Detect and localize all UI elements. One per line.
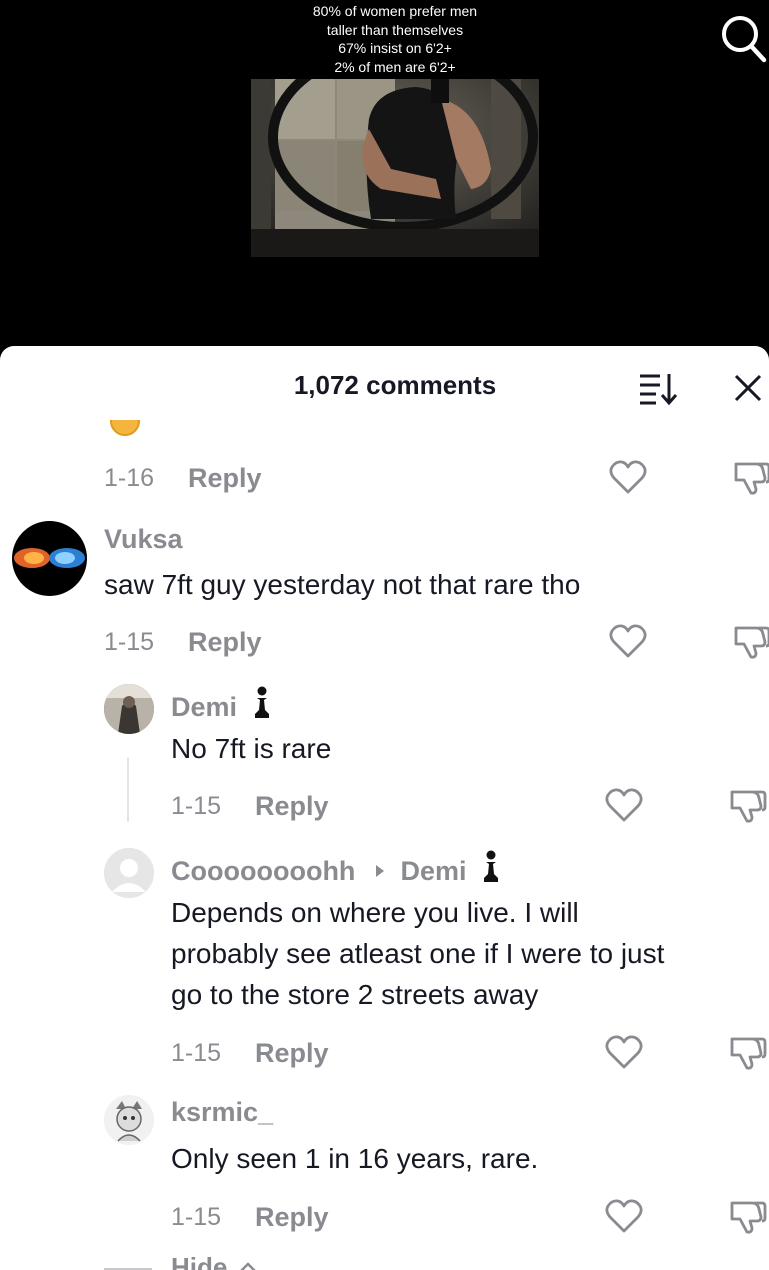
comment-username[interactable]: Coooooooohh Demi (171, 850, 502, 887)
dislike-button[interactable] (732, 622, 769, 660)
heart-icon (605, 788, 643, 822)
hide-label: Hide (171, 1252, 228, 1270)
dislike-icon (730, 1037, 767, 1070)
search-button[interactable] (718, 12, 768, 64)
comment-date: 1-15 (171, 1039, 222, 1067)
dislike-icon (734, 462, 769, 495)
comment-meta-row: 1-15 Reply (0, 1197, 769, 1237)
comment-text-line: probably see atleast one if I were to ju… (171, 938, 665, 969)
sort-icon (640, 374, 678, 406)
caret-right-icon (375, 865, 384, 877)
comment-meta-row: 1-15 Reply (0, 786, 769, 826)
dislike-button[interactable] (732, 458, 769, 496)
avatar[interactable] (12, 521, 87, 596)
comment-text-line: Depends on where you live. I will (171, 897, 579, 928)
video-caption: 80% of women prefer men taller than them… (250, 2, 540, 76)
comment-text: No 7ft is rare (171, 733, 332, 764)
heart-icon (609, 460, 647, 494)
dislike-icon (734, 626, 769, 659)
avatar[interactable] (104, 1095, 154, 1145)
dislike-icon (730, 790, 767, 823)
reply-to-username: Demi (400, 856, 467, 886)
comment-meta-row: 1-15 Reply (0, 1033, 769, 1073)
username-text: Coooooooohh (171, 856, 356, 886)
reply-button[interactable]: Reply (255, 791, 329, 822)
comment-meta-row: 1-15 Reply (0, 622, 769, 662)
like-button[interactable] (604, 1197, 644, 1235)
close-button[interactable] (730, 370, 766, 406)
like-button[interactable] (608, 458, 648, 496)
heart-icon (605, 1035, 643, 1069)
sort-button[interactable] (636, 370, 680, 406)
dislike-button[interactable] (728, 1197, 768, 1235)
caption-line: 67% insist on 6'2+ (338, 40, 452, 56)
caption-line: 80% of women prefer men (312, 3, 478, 19)
comments-header: 1,072 comments (0, 346, 769, 426)
avatar[interactable] (104, 848, 154, 898)
comment-username[interactable]: Vuksa (104, 524, 183, 555)
comment-text: Only seen 1 in 16 years, rare. (171, 1143, 539, 1174)
emoji-partial (108, 420, 144, 438)
hide-replies-row[interactable]: Hide (104, 1250, 304, 1270)
heart-icon (609, 624, 647, 658)
chevron-up-icon (239, 1262, 256, 1270)
caption-line: taller than themselves (326, 21, 464, 38)
close-icon (734, 374, 762, 402)
comment-date: 1-15 (171, 792, 222, 820)
chess-pawn-icon (254, 686, 269, 718)
video-player[interactable]: 80% of women prefer men taller than them… (0, 0, 769, 360)
comment-text-line: go to the store 2 streets away (171, 979, 539, 1010)
hide-replies-button[interactable]: Hide (171, 1252, 257, 1270)
comment-text: Depends on where you live. I will probab… (171, 892, 664, 1015)
dislike-button[interactable] (728, 786, 768, 824)
dislike-button[interactable] (728, 1033, 768, 1071)
reply-button[interactable]: Reply (255, 1038, 329, 1069)
search-icon (722, 16, 767, 63)
video-thumbnail (251, 79, 539, 257)
comment-date: 1-15 (171, 1203, 222, 1231)
reply-button[interactable]: Reply (255, 1202, 329, 1233)
avatar[interactable] (104, 684, 154, 734)
comment-username[interactable]: ksrmic_ (171, 1097, 273, 1128)
comment-username[interactable]: Demi (171, 686, 273, 723)
caption-line: 2% of men are 6'2+ (334, 58, 456, 75)
comments-sheet: 1,072 comments 1-16 Reply Vuksa saw 7ft … (0, 346, 769, 1270)
dislike-icon (730, 1201, 767, 1234)
comment-text: saw 7ft guy yesterday not that rare tho (104, 569, 581, 600)
chess-pawn-icon (484, 850, 499, 882)
reply-button[interactable]: Reply (188, 627, 262, 658)
comment-meta-row: 1-16 Reply (0, 458, 769, 498)
like-button[interactable] (604, 786, 644, 824)
reply-button[interactable]: Reply (188, 463, 262, 494)
like-button[interactable] (604, 1033, 644, 1071)
username-text: Demi (171, 692, 238, 722)
heart-icon (605, 1199, 643, 1233)
comment-date: 1-15 (104, 628, 155, 656)
comment-date: 1-16 (104, 464, 155, 492)
like-button[interactable] (608, 622, 648, 660)
